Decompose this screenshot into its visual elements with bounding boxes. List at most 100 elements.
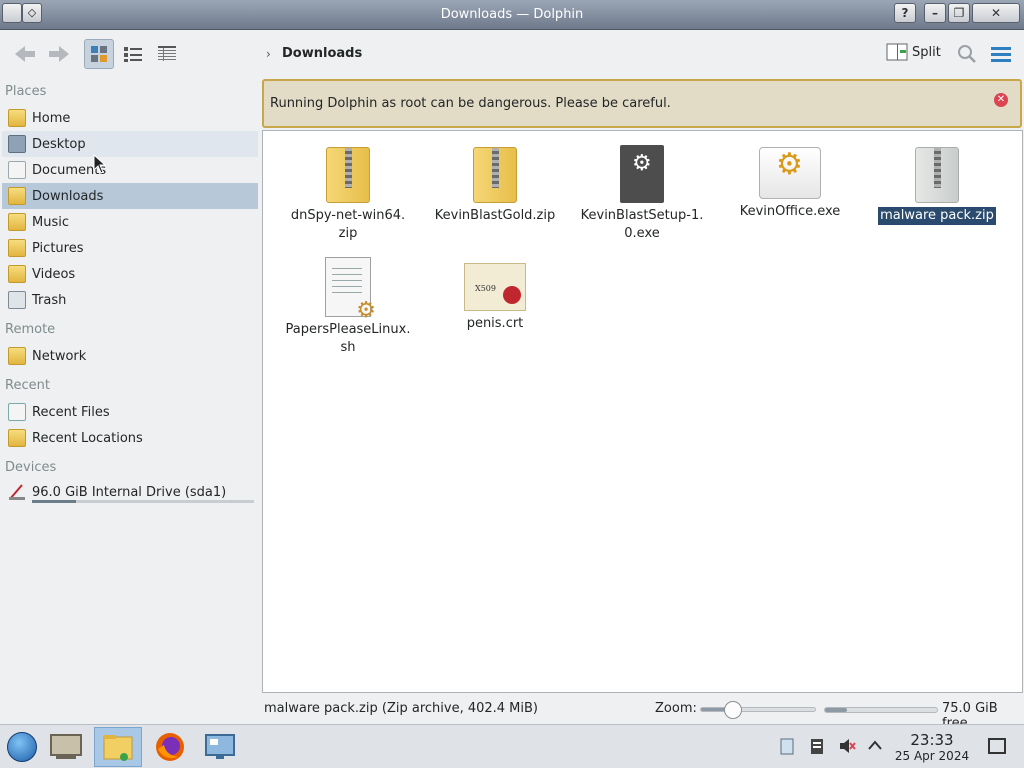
desktop-icon <box>50 734 82 759</box>
sidebar-item-label: 96.0 GiB Internal Drive (sda1) <box>32 484 227 500</box>
clipboard-icon[interactable] <box>778 737 796 755</box>
sidebar-item-recent-locations[interactable]: Recent Locations <box>2 425 258 451</box>
window-title: Downloads — Dolphin <box>440 7 584 22</box>
breadcrumb-chevron-icon: › <box>266 47 271 61</box>
zoom-label: Zoom: <box>655 701 697 716</box>
close-button[interactable]: ✕ <box>972 3 1020 23</box>
taskbar-system-settings[interactable] <box>200 727 240 767</box>
file-name: malware pack.zip <box>878 207 996 225</box>
zip-archive-icon <box>473 147 517 203</box>
recent-locations-icon <box>8 429 26 447</box>
search-button[interactable] <box>954 39 980 69</box>
details-view-button[interactable] <box>152 39 182 69</box>
sidebar-item-videos[interactable]: Videos <box>2 261 258 287</box>
hamburger-menu-button[interactable] <box>988 39 1014 69</box>
music-folder-icon <box>8 213 26 231</box>
file-view[interactable]: dnSpy-net-win64. zip KevinBlastGold.zip … <box>262 130 1023 693</box>
minimize-button[interactable]: – <box>924 3 946 23</box>
help-button[interactable]: ? <box>894 3 916 23</box>
taskbar-dolphin[interactable] <box>94 727 142 767</box>
file-item-kevinoffice[interactable]: KevinOffice.exe <box>725 141 855 221</box>
volume-muted-icon[interactable] <box>838 737 856 755</box>
recent-files-icon <box>8 403 26 421</box>
clock-time: 23:33 <box>910 731 954 749</box>
maximize-button[interactable]: ❐ <box>948 3 970 23</box>
root-warning-banner: Running Dolphin as root can be dangerous… <box>262 79 1022 128</box>
window-titlebar[interactable]: ◇ Downloads — Dolphin ? – ❐ ✕ <box>0 0 1024 30</box>
taskbar-firefox[interactable] <box>150 727 190 767</box>
close-icon[interactable]: ✕ <box>994 93 1008 107</box>
icons-view-button[interactable] <box>84 39 114 69</box>
notes-icon[interactable] <box>808 737 826 755</box>
recent-heading: Recent <box>5 378 50 393</box>
desktop-icon <box>8 135 26 153</box>
free-space-bar <box>824 707 938 713</box>
arrow-left-icon <box>15 46 35 62</box>
zoom-slider-handle[interactable] <box>724 701 743 719</box>
taskbar: 23:33 25 Apr 2024 <box>0 724 1024 768</box>
start-menu-button[interactable] <box>2 727 42 767</box>
downloads-folder-icon <box>8 187 26 205</box>
clock[interactable]: 23:33 25 Apr 2024 <box>890 731 974 763</box>
file-item-kevinblastgold[interactable]: KevinBlastGold.zip <box>430 141 560 225</box>
sidebar-item-downloads[interactable]: Downloads <box>2 183 258 209</box>
file-name: PapersPleaseLinux. sh <box>285 322 411 355</box>
sidebar-item-music[interactable]: Music <box>2 209 258 235</box>
sidebar-item-label: Recent Locations <box>32 430 143 446</box>
sidebar-item-recent-files[interactable]: Recent Files <box>2 399 258 425</box>
system-settings-icon <box>205 734 235 759</box>
sidebar-item-label: Downloads <box>32 188 104 204</box>
compact-view-button[interactable] <box>118 39 148 69</box>
sidebar-item-label: Recent Files <box>32 404 110 420</box>
back-button[interactable] <box>10 39 40 69</box>
drive-usage-fill <box>32 500 77 503</box>
application-icon <box>759 147 821 199</box>
sidebar-item-pictures[interactable]: Pictures <box>2 235 258 261</box>
drive-usage-bar <box>32 500 254 503</box>
file-name: KevinOffice.exe <box>739 204 841 219</box>
status-bar: malware pack.zip (Zip archive, 402.4 MiB… <box>262 696 1024 731</box>
file-item-dnspy[interactable]: dnSpy-net-win64. zip <box>283 141 413 243</box>
home-folder-icon <box>8 109 26 127</box>
places-heading: Places <box>5 84 47 99</box>
icons-view-icon <box>91 46 107 62</box>
file-item-certificate[interactable]: penis.crt <box>430 255 560 333</box>
sidebar-item-home[interactable]: Home <box>2 105 258 131</box>
sidebar-item-desktop[interactable]: Desktop <box>2 131 258 157</box>
split-button[interactable]: Split <box>886 42 941 62</box>
clock-date: 25 Apr 2024 <box>894 749 970 763</box>
arrow-right-icon <box>49 46 69 62</box>
file-item-malware-pack[interactable]: malware pack.zip <box>872 141 1002 225</box>
sidebar-item-network[interactable]: Network <box>2 343 258 369</box>
sidebar-item-label: Network <box>32 348 87 364</box>
file-name: penis.crt <box>466 316 524 331</box>
documents-folder-icon <box>8 161 26 179</box>
hamburger-menu-icon <box>991 47 1011 62</box>
details-view-icon <box>158 46 176 61</box>
show-desktop-icon[interactable] <box>988 737 1006 755</box>
devices-heading: Devices <box>5 460 57 475</box>
firefox-icon <box>156 733 184 761</box>
mouse-cursor-icon <box>93 154 107 174</box>
sidebar-item-trash[interactable]: Trash <box>2 287 258 313</box>
free-space-fill <box>825 708 848 712</box>
file-item-kevinblastsetup[interactable]: KevinBlastSetup-1. 0.exe <box>577 141 707 243</box>
videos-folder-icon <box>8 265 26 283</box>
split-label: Split <box>912 44 941 60</box>
show-desktop-button[interactable] <box>46 727 86 767</box>
sidebar-item-label: Home <box>32 110 71 126</box>
network-folder-icon <box>8 347 26 365</box>
breadcrumb-downloads[interactable]: Downloads <box>282 46 362 61</box>
sidebar-item-label: Videos <box>32 266 76 282</box>
hard-drive-icon <box>8 483 26 501</box>
sidebar-item-label: Trash <box>32 292 67 308</box>
sidebar-item-label: Music <box>32 214 69 230</box>
main-toolbar: › Downloads Split <box>0 30 1024 78</box>
places-sidebar: Places Home Desktop Documents Downloads … <box>0 80 262 692</box>
file-item-paperspleaselinux[interactable]: PapersPleaseLinux. sh <box>283 255 413 357</box>
forward-button[interactable] <box>44 39 74 69</box>
search-icon <box>958 45 976 63</box>
zoom-slider[interactable] <box>700 701 816 719</box>
chevron-up-icon[interactable] <box>866 737 884 755</box>
sidebar-item-documents[interactable]: Documents <box>2 157 258 183</box>
